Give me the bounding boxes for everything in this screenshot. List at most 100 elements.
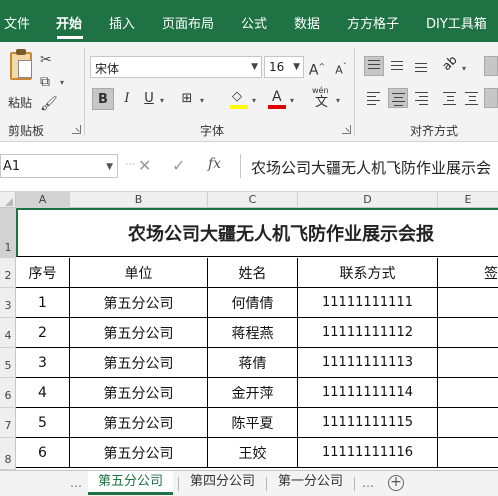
formula-input[interactable]: 农场公司大疆无人机飞防作业展示会 [240, 154, 498, 178]
fill-color-button[interactable]: ◇ [228, 88, 250, 110]
table-cell-sign[interactable] [438, 408, 498, 438]
enter-icon[interactable]: ✓ [172, 156, 185, 175]
borders-dropdown-icon[interactable]: ▾ [200, 96, 204, 105]
add-sheet-icon[interactable]: + [388, 475, 404, 491]
row-header-7[interactable]: 7 [0, 408, 16, 438]
tab-data[interactable]: 数据 [294, 17, 320, 33]
table-cell-seq[interactable]: 5 [16, 408, 70, 438]
phonetic-dropdown-icon[interactable]: ▾ [336, 96, 340, 105]
table-cell-seq[interactable]: 1 [16, 288, 70, 318]
column-header-c[interactable]: C [208, 192, 298, 208]
table-cell-seq[interactable]: 6 [16, 438, 70, 468]
align-center-icon[interactable] [388, 88, 408, 108]
tab-insert[interactable]: 插入 [109, 17, 135, 33]
table-cell-phone[interactable]: 11111111116 [298, 438, 438, 468]
table-cell-phone[interactable]: 11111111115 [298, 408, 438, 438]
row-header-6[interactable]: 6 [0, 378, 16, 408]
sheet-tab-fourth-branch[interactable]: 第四分公司 [180, 471, 265, 495]
row-header-5[interactable]: 5 [0, 348, 16, 378]
borders-icon[interactable]: ⊞ [176, 88, 198, 110]
font-color-dropdown-icon[interactable]: ▾ [290, 96, 294, 105]
table-cell-name[interactable]: 何倩倩 [208, 288, 298, 318]
tab-fangfang[interactable]: 方方格子 [347, 17, 399, 33]
copy-icon[interactable]: ⧉ [40, 74, 50, 90]
column-header-b[interactable]: B [70, 192, 208, 208]
column-header-d[interactable]: D [298, 192, 438, 208]
header-cell-unit[interactable]: 单位 [70, 258, 208, 288]
table-cell-name[interactable]: 王姣 [208, 438, 298, 468]
merge-center-icon[interactable] [484, 88, 498, 108]
table-cell-seq[interactable]: 2 [16, 318, 70, 348]
column-header-a[interactable]: A [16, 192, 70, 208]
table-cell-sign[interactable] [438, 318, 498, 348]
align-top-icon[interactable] [364, 56, 384, 76]
more-sheets-icon[interactable]: … [70, 476, 82, 490]
select-all-button[interactable] [0, 192, 16, 208]
tab-diy-toolbox[interactable]: DIY工具箱 [426, 17, 487, 33]
underline-dropdown-icon[interactable]: ▾ [160, 96, 164, 105]
bold-button[interactable]: B [92, 88, 114, 110]
orientation-icon[interactable]: ab [439, 53, 460, 76]
paste-button[interactable]: 粘贴 [4, 49, 34, 110]
increase-indent-icon[interactable] [462, 88, 482, 108]
orientation-dropdown-icon[interactable]: ▾ [462, 64, 466, 73]
font-color-button[interactable]: A [266, 88, 288, 110]
name-box[interactable]: A1 ▼ [0, 154, 118, 178]
align-middle-icon[interactable] [388, 56, 408, 76]
row-header-4[interactable]: 4 [0, 318, 16, 348]
format-painter-icon[interactable]: 🖌 [40, 96, 58, 112]
table-cell-name[interactable]: 陈平夏 [208, 408, 298, 438]
italic-button[interactable]: I [116, 88, 138, 110]
table-cell-sign[interactable] [438, 348, 498, 378]
table-cell-sign[interactable] [438, 378, 498, 408]
tab-formulas[interactable]: 公式 [241, 17, 267, 33]
header-cell-seq[interactable]: 序号 [16, 258, 70, 288]
decrease-indent-icon[interactable] [440, 88, 460, 108]
clipboard-launcher-icon[interactable] [72, 125, 81, 134]
row-header-1[interactable]: 1 [0, 208, 16, 258]
table-cell-unit[interactable]: 第五分公司 [70, 318, 208, 348]
formula-bar-grip-icon[interactable]: ⋮ [124, 159, 135, 168]
table-cell-phone[interactable]: 11111111111 [298, 288, 438, 318]
align-left-icon[interactable] [364, 88, 384, 108]
table-cell-sign[interactable] [438, 288, 498, 318]
more-sheets-right-icon[interactable]: … [362, 476, 374, 490]
align-right-icon[interactable] [412, 88, 432, 108]
header-cell-phone[interactable]: 联系方式 [298, 258, 438, 288]
header-cell-name[interactable]: 姓名 [208, 258, 298, 288]
tab-home[interactable]: 开始 [56, 17, 82, 33]
row-header-3[interactable]: 3 [0, 288, 16, 318]
align-bottom-icon[interactable] [412, 56, 432, 76]
phonetic-guide-button[interactable]: wén 文 [310, 86, 336, 112]
table-cell-name[interactable]: 金开萍 [208, 378, 298, 408]
sheet-title-cell[interactable]: 农场公司大疆无人机飞防作业展示会报 [16, 208, 498, 257]
table-cell-unit[interactable]: 第五分公司 [70, 408, 208, 438]
underline-button[interactable]: U [138, 88, 160, 110]
table-cell-unit[interactable]: 第五分公司 [70, 438, 208, 468]
row-header-8[interactable]: 8 [0, 438, 16, 470]
wrap-text-icon[interactable] [484, 56, 498, 76]
insert-function-icon[interactable]: fx [208, 156, 221, 172]
table-cell-name[interactable]: 蒋倩 [208, 348, 298, 378]
table-cell-phone[interactable]: 11111111114 [298, 378, 438, 408]
table-cell-seq[interactable]: 4 [16, 378, 70, 408]
sheet-tab-fifth-branch[interactable]: 第五分公司 [88, 471, 174, 495]
cancel-icon[interactable]: ✕ [138, 156, 151, 175]
table-cell-seq[interactable]: 3 [16, 348, 70, 378]
table-cell-unit[interactable]: 第五分公司 [70, 348, 208, 378]
sheet-tab-first-branch[interactable]: 第一分公司 [268, 471, 353, 495]
font-launcher-icon[interactable] [342, 125, 351, 134]
font-size-select[interactable]: 16 ▼ [264, 56, 304, 78]
decrease-font-icon[interactable]: Aˇ [330, 56, 352, 78]
table-cell-name[interactable]: 蒋程燕 [208, 318, 298, 348]
table-cell-unit[interactable]: 第五分公司 [70, 378, 208, 408]
table-cell-phone[interactable]: 11111111112 [298, 318, 438, 348]
header-cell-sign[interactable]: 签 [438, 258, 498, 288]
fill-color-dropdown-icon[interactable]: ▾ [252, 96, 256, 105]
table-cell-sign[interactable] [438, 438, 498, 468]
tab-file[interactable]: 文件 [4, 17, 30, 33]
font-name-select[interactable]: 宋体 ▼ [90, 56, 262, 78]
increase-font-icon[interactable]: A^ [306, 56, 328, 79]
row-header-2[interactable]: 2 [0, 258, 16, 288]
tab-page-layout[interactable]: 页面布局 [162, 17, 214, 33]
